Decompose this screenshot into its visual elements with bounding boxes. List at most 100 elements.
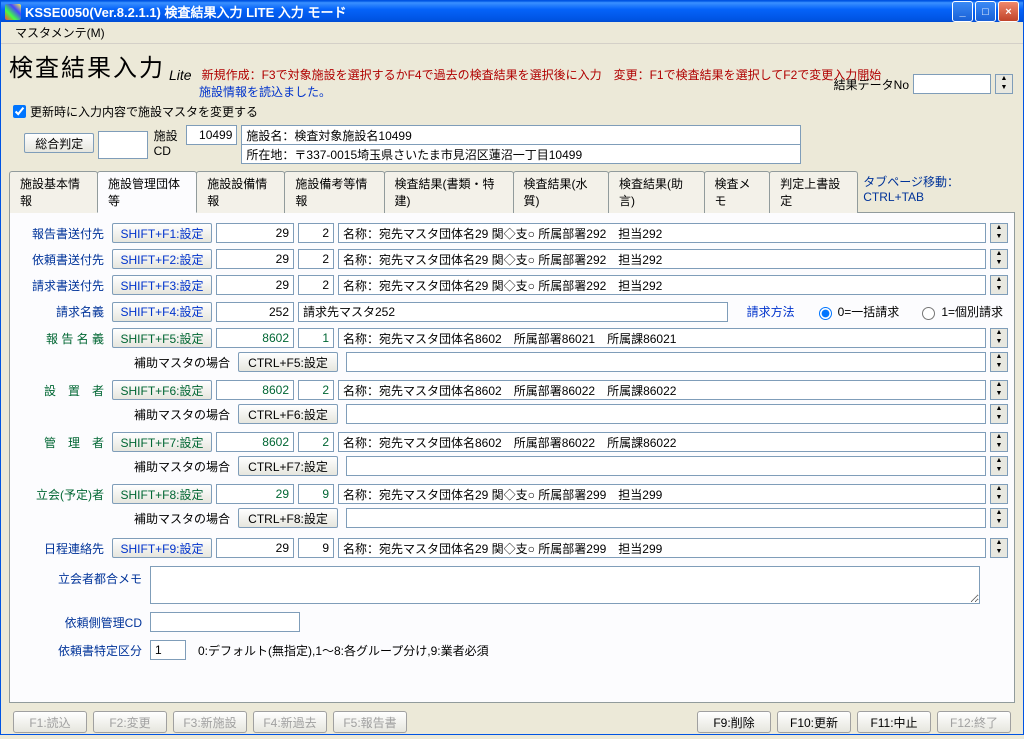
tab-panel: 報告書送付先 SHIFT+F1:設定 29 2 名称：宛先マスタ団体名29 関◇… <box>9 213 1015 703</box>
row2-3-desc[interactable]: 名称：宛先マスタ団体名29 関◇支○ 所属部署299 担当299 <box>338 484 986 504</box>
row2-2-label: 管 理 者 <box>16 434 108 451</box>
row-0-desc[interactable]: 名称：宛先マスタ団体名29 関◇支○ 所属部署292 担当292 <box>338 223 986 243</box>
close-button[interactable]: × <box>998 1 1019 22</box>
tab-suishitsu[interactable]: 検査結果(水質) <box>513 171 609 213</box>
tokutei-val[interactable]: 1 <box>150 640 186 660</box>
row-2-desc[interactable]: 名称：宛先マスタ団体名29 関◇支○ 所属部署292 担当292 <box>338 275 986 295</box>
row2-3-sub-spinner[interactable]: ▲▼ <box>990 508 1008 528</box>
row2-0-spinner[interactable]: ▲▼ <box>990 328 1008 348</box>
row2-2-spinner[interactable]: ▲▼ <box>990 432 1008 452</box>
row2-2-n1[interactable]: 8602 <box>216 432 294 452</box>
sogo-hantei-field[interactable] <box>98 131 148 159</box>
row-1-label: 依頼書送付先 <box>16 251 108 268</box>
result-no-field[interactable] <box>913 74 991 94</box>
row-0-label: 報告書送付先 <box>16 225 108 242</box>
tab-setsubi[interactable]: 施設設備情報 <box>196 171 285 213</box>
row2-0-n2[interactable]: 1 <box>298 328 334 348</box>
row2-1-ctrl-button[interactable]: CTRL+F6:設定 <box>238 404 338 424</box>
row2-0-sub-spinner[interactable]: ▲▼ <box>990 352 1008 372</box>
kanri-cd-field[interactable] <box>150 612 300 632</box>
row2-1-label: 設 置 者 <box>16 382 108 399</box>
f2-button[interactable]: F2:変更 <box>93 711 167 733</box>
minimize-button[interactable]: _ <box>952 1 973 22</box>
menu-master[interactable]: マスタメンテ(M) <box>9 24 111 42</box>
row2-1-sub-spinner[interactable]: ▲▼ <box>990 404 1008 424</box>
memo-field[interactable] <box>150 566 980 604</box>
radio-kobetsu[interactable]: 1=個別請求 <box>912 301 1008 322</box>
seikyu-n1[interactable]: 252 <box>216 302 294 322</box>
nittei-n2[interactable]: 9 <box>298 538 334 558</box>
nittei-key-button[interactable]: SHIFT+F9:設定 <box>112 538 212 558</box>
row2-1-n2[interactable]: 2 <box>298 380 334 400</box>
row-2-spinner[interactable]: ▲▼ <box>990 275 1008 295</box>
row2-0-key-button[interactable]: SHIFT+F5:設定 <box>112 328 212 348</box>
row2-3-key-button[interactable]: SHIFT+F8:設定 <box>112 484 212 504</box>
row2-1-spinner[interactable]: ▲▼ <box>990 380 1008 400</box>
row-2-key-button[interactable]: SHIFT+F3:設定 <box>112 275 212 295</box>
tab-biko[interactable]: 施設備考等情報 <box>284 171 384 213</box>
tab-jogen[interactable]: 検査結果(助言) <box>608 171 704 213</box>
row-0-n1[interactable]: 29 <box>216 223 294 243</box>
row2-3-subdesc[interactable] <box>346 508 986 528</box>
f12-button[interactable]: F12:終了 <box>937 711 1011 733</box>
row2-2-desc[interactable]: 名称：宛先マスタ団体名8602 所属部署86022 所属課86022 <box>338 432 986 452</box>
help-text-red: 新規作成：F3で対象施設を選択するかF4で過去の検査結果を選択後に入力 変更：F… <box>202 66 882 83</box>
nittei-desc[interactable]: 名称：宛先マスタ団体名29 関◇支○ 所属部署299 担当299 <box>338 538 986 558</box>
shisetsu-cd-field[interactable]: 10499 <box>186 125 237 145</box>
f10-button[interactable]: F10:更新 <box>777 711 851 733</box>
f9-button[interactable]: F9:削除 <box>697 711 771 733</box>
f4-button[interactable]: F4:新過去 <box>253 711 327 733</box>
result-no-spinner[interactable]: ▲▼ <box>995 74 1013 94</box>
row-2-n1[interactable]: 29 <box>216 275 294 295</box>
f11-button[interactable]: F11:中止 <box>857 711 931 733</box>
radio-ikkatsu[interactable]: 0=一括請求 <box>809 301 905 322</box>
row2-0-n1[interactable]: 8602 <box>216 328 294 348</box>
row-1: 依頼書送付先 SHIFT+F2:設定 29 2 名称：宛先マスタ団体名29 関◇… <box>16 249 1008 269</box>
row-1-n2[interactable]: 2 <box>298 249 334 269</box>
seikyu-method-label: 請求方法 <box>747 303 795 320</box>
row2-3-n2[interactable]: 9 <box>298 484 334 504</box>
tab-shorui[interactable]: 検査結果(書類・特建) <box>384 171 514 213</box>
row2-2-n2[interactable]: 2 <box>298 432 334 452</box>
tab-memo[interactable]: 検査メモ <box>704 171 771 213</box>
row2-1-n1[interactable]: 8602 <box>216 380 294 400</box>
row2-0-desc[interactable]: 名称：宛先マスタ団体名8602 所属部署86021 所属課86021 <box>338 328 986 348</box>
update-master-checkbox[interactable] <box>13 105 26 118</box>
row-1-n1[interactable]: 29 <box>216 249 294 269</box>
f3-button[interactable]: F3:新施設 <box>173 711 247 733</box>
nittei-label: 日程連絡先 <box>16 540 108 557</box>
row2-2-ctrl-button[interactable]: CTRL+F7:設定 <box>238 456 338 476</box>
row2-2-subdesc[interactable] <box>346 456 986 476</box>
row2-2-key-button[interactable]: SHIFT+F7:設定 <box>112 432 212 452</box>
seikyu-desc[interactable]: 請求先マスタ252 <box>298 302 728 322</box>
row2-1-key-button[interactable]: SHIFT+F6:設定 <box>112 380 212 400</box>
row-0-n2[interactable]: 2 <box>298 223 334 243</box>
row2-1-subdesc[interactable] <box>346 404 986 424</box>
f5-button[interactable]: F5:報告書 <box>333 711 407 733</box>
seikyu-key-button[interactable]: SHIFT+F4:設定 <box>112 302 212 322</box>
row-2: 請求書送付先 SHIFT+F3:設定 29 2 名称：宛先マスタ団体名29 関◇… <box>16 275 1008 295</box>
row-0-spinner[interactable]: ▲▼ <box>990 223 1008 243</box>
nittei-n1[interactable]: 29 <box>216 538 294 558</box>
f1-button[interactable]: F1:読込 <box>13 711 87 733</box>
tab-basic[interactable]: 施設基本情報 <box>9 171 98 213</box>
row-2-n2[interactable]: 2 <box>298 275 334 295</box>
row2-2-sub-spinner[interactable]: ▲▼ <box>990 456 1008 476</box>
maximize-button[interactable]: □ <box>975 1 996 22</box>
row2-0-subdesc[interactable] <box>346 352 986 372</box>
tab-hantei[interactable]: 判定上書設定 <box>769 171 858 213</box>
row2-3-sublabel: 補助マスタの場合 <box>116 510 234 527</box>
row-1-spinner[interactable]: ▲▼ <box>990 249 1008 269</box>
row-0-key-button[interactable]: SHIFT+F1:設定 <box>112 223 212 243</box>
row2-3-spinner[interactable]: ▲▼ <box>990 484 1008 504</box>
row2-3-n1[interactable]: 29 <box>216 484 294 504</box>
tab-kanri-dantai[interactable]: 施設管理団体等 <box>97 171 197 213</box>
row2-3-ctrl-button[interactable]: CTRL+F8:設定 <box>238 508 338 528</box>
row2-2-sub: 補助マスタの場合 CTRL+F7:設定 ▲▼ <box>116 456 1008 476</box>
row2-0-ctrl-button[interactable]: CTRL+F5:設定 <box>238 352 338 372</box>
row2-2: 管 理 者 SHIFT+F7:設定 8602 2 名称：宛先マスタ団体名8602… <box>16 432 1008 452</box>
row2-1-desc[interactable]: 名称：宛先マスタ団体名8602 所属部署86022 所属課86022 <box>338 380 986 400</box>
nittei-spinner[interactable]: ▲▼ <box>990 538 1008 558</box>
row-1-key-button[interactable]: SHIFT+F2:設定 <box>112 249 212 269</box>
row-1-desc[interactable]: 名称：宛先マスタ団体名29 関◇支○ 所属部署292 担当292 <box>338 249 986 269</box>
